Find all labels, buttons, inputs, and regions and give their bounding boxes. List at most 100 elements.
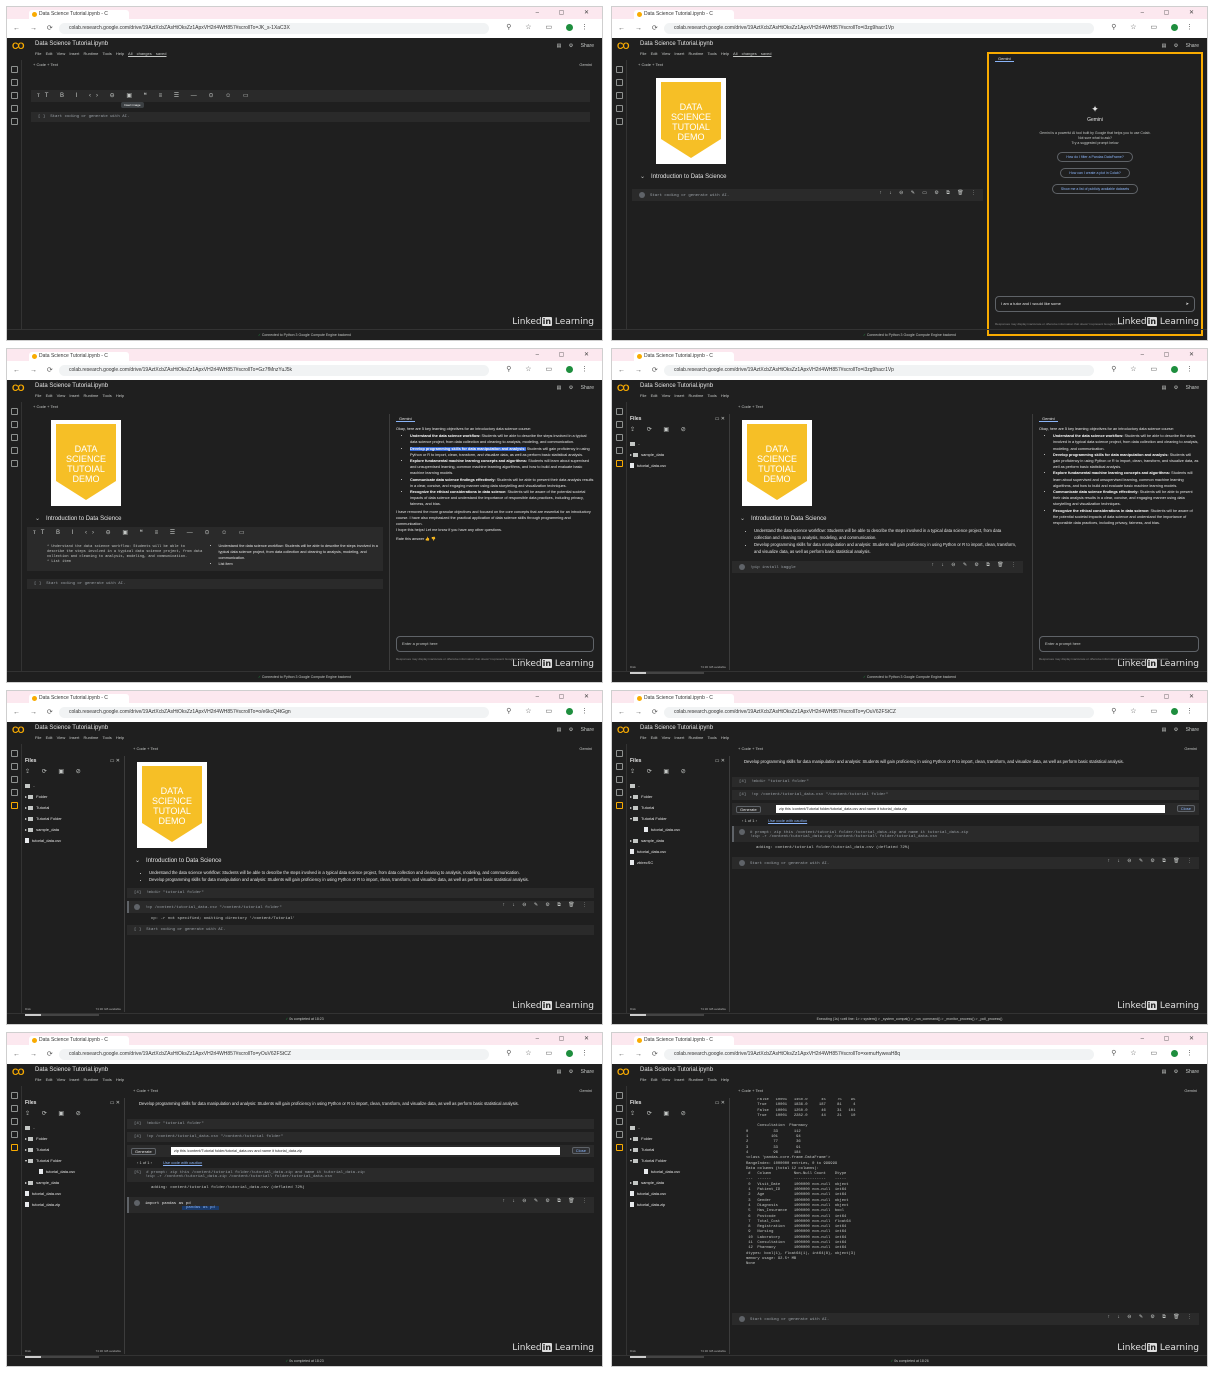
close-button[interactable]: Close xyxy=(1176,805,1195,812)
suggested-prompt[interactable]: How do I filter a Pandas DataFrame? xyxy=(1057,152,1133,162)
url-field[interactable]: colab.research.google.com/drive/19AztXcb… xyxy=(59,707,489,718)
colab-logo[interactable]: CO xyxy=(617,1067,629,1077)
window-controls[interactable]: – ▢ ✕ xyxy=(536,9,598,16)
file-item[interactable]: tutorial_data.csv xyxy=(25,1166,122,1177)
file-item[interactable]: tutorial_data.csv xyxy=(630,460,727,471)
browser-actions[interactable]: ⚲ ☆ ▭ ⋮ xyxy=(1111,23,1199,31)
files-actions[interactable]: ⇪ ⟳ ▣ ⊘ xyxy=(630,768,691,775)
browser-actions[interactable]: ⚲ ☆ ▭ ⋮ xyxy=(1111,707,1199,715)
nav-buttons[interactable]: ← → ⟳ xyxy=(618,24,662,32)
menu-bar[interactable]: File Edit View Insert Runtime Tools Help… xyxy=(640,51,772,56)
code-cell-cp[interactable]: [4] !cp /content/tutorial_data.csv "/cont… xyxy=(127,1132,594,1142)
url-field[interactable]: colab.research.google.com/drive/19AztXcb… xyxy=(59,23,489,34)
use-code-link[interactable]: Use code with caution xyxy=(768,818,807,823)
notebook-title[interactable]: Data Science Tutorial.ipynb xyxy=(640,41,713,47)
profile-avatar[interactable] xyxy=(566,23,574,31)
code-cell-zip[interactable]: [5] # prompt: zip this /content/tutorial … xyxy=(127,1168,594,1182)
file-item[interactable]: ▸ Folder xyxy=(25,791,122,802)
chevron-down-icon[interactable]: ⌄ xyxy=(640,174,645,180)
browser-actions[interactable]: ⚲ ☆ ▭ ⋮ xyxy=(1111,1049,1199,1057)
text-format-toolbar[interactable]: тT B I ‹› ⊖ ▣ ❝ ≡ ☰ — ⊙ ☺ ▭ xyxy=(27,527,383,539)
header-actions[interactable]: ▤ ⚙ Share xyxy=(557,727,594,733)
code-cell-empty[interactable]: Start coding or generate with AI. ↑ ↓ ⊖ ✎… xyxy=(732,1313,1199,1326)
file-item[interactable]: ▸ Folder xyxy=(630,791,727,802)
url-field[interactable]: colab.research.google.com/drive/19AztXcb… xyxy=(59,1049,489,1060)
file-item[interactable]: ▾ Tutorial Folder xyxy=(630,1155,727,1166)
code-cell-mkdir[interactable]: [4] !mkdir "tutorial folder" xyxy=(127,888,594,898)
text-cell[interactable]: Develop programming skills for data mani… xyxy=(127,1098,598,1116)
url-field[interactable]: colab.research.google.com/drive/19AztXcb… xyxy=(664,707,1094,718)
rate-answer[interactable]: Rate this answer 👍 👎 xyxy=(396,536,594,542)
file-item[interactable]: ▸ sample_data xyxy=(25,824,122,835)
gemini-prompt-input[interactable]: Enter a prompt here xyxy=(396,636,594,652)
browser-tab[interactable]: Data Science Tutorial.ipynb - C xyxy=(634,352,734,361)
file-item[interactable]: tutorial_data.csv xyxy=(630,824,727,835)
variables-icon[interactable] xyxy=(10,92,18,99)
text-cell[interactable]: Understand the data science workflow: St… xyxy=(127,867,598,885)
section-heading[interactable]: ⌄ Introduction to Data Science xyxy=(632,170,987,183)
code-cell-import[interactable]: import pandas as pd ↑ ↓ ⊖ ✎ ⚙ ⧉ 🗑 ⋮ pandas… xyxy=(127,1197,594,1214)
browser-actions[interactable]: ⚲ ☆ ▭ ⋮ xyxy=(506,1049,594,1057)
browser-actions[interactable]: ⚲ ☆ ▭ ⋮ xyxy=(506,365,594,373)
code-cell-cp[interactable]: !cp /content/tutorial_data.csv "/content… xyxy=(127,901,594,914)
browser-tab[interactable]: Data Science Tutorial.ipynb - C xyxy=(634,694,734,703)
notebook-title[interactable]: Data Science Tutorial.ipynb xyxy=(35,383,108,389)
code-cell-empty[interactable]: Start coding or generate with AI. ↑ ↓ ⊖ ✎… xyxy=(632,189,983,202)
file-item[interactable]: .. xyxy=(25,780,122,791)
code-cell-empty[interactable]: Start coding or generate with AI. ↑ ↓ ⊖ ✎… xyxy=(732,857,1199,870)
browser-tab[interactable]: Data Science Tutorial.ipynb - C xyxy=(29,1036,129,1045)
file-item[interactable]: tutorial_data.csv xyxy=(630,1166,727,1177)
nav-buttons[interactable]: ← → ⟳ xyxy=(13,708,57,716)
files-actions[interactable]: ⇪ ⟳ ▣ ⊘ xyxy=(25,1110,86,1117)
run-button[interactable] xyxy=(134,1200,140,1206)
markdown-source[interactable]: * Understand the data science workflow: … xyxy=(27,539,207,571)
notebook-title[interactable]: Data Science Tutorial.ipynb xyxy=(35,725,108,731)
file-item[interactable]: ▸ Tutorial xyxy=(630,1144,727,1155)
notebook-title[interactable]: Data Science Tutorial.ipynb xyxy=(640,725,713,731)
code-cell-empty[interactable]: [ ] Start coding or generate with AI. xyxy=(31,112,590,122)
text-cell[interactable]: Understand the data science workflow: St… xyxy=(732,525,1027,557)
run-button[interactable] xyxy=(739,1316,745,1322)
gemini-tab[interactable]: Gemini xyxy=(995,56,1014,62)
code-cell-mkdir[interactable]: [4] !mkdir "tutorial folder" xyxy=(127,1119,594,1129)
browser-tab[interactable]: Data Science Tutorial.ipynb - C xyxy=(634,10,734,19)
colab-logo[interactable]: CO xyxy=(12,1067,24,1077)
secrets-icon[interactable] xyxy=(10,105,18,112)
section-heading[interactable]: ⌄ Introduction to Data Science xyxy=(732,512,1027,525)
browser-tab[interactable]: Data Science Tutorial.ipynb - C xyxy=(634,1036,734,1045)
gemini-tab[interactable]: Gemini xyxy=(396,416,415,422)
notebook-title[interactable]: Data Science Tutorial.ipynb xyxy=(35,41,108,47)
text-cell-editor[interactable]: * Understand the data science workflow: … xyxy=(27,539,383,571)
header-actions[interactable]: ▤ ⚙ Share xyxy=(1162,385,1199,391)
cell-toolbar[interactable]: ↑ ↓ ⊖ ✎ ⚙ ⧉ 🗑 ⋮ xyxy=(931,562,1019,568)
menu-bar[interactable]: File Edit View Insert Runtime Tools Help xyxy=(640,393,729,398)
file-item[interactable]: ▸ sample_data xyxy=(630,449,727,460)
menu-bar[interactable]: File Edit View Insert Runtime Tools Help xyxy=(35,1077,124,1082)
nav-buttons[interactable]: ← → ⟳ xyxy=(13,366,57,374)
suggested-prompt[interactable]: Show me a list of publicly available dat… xyxy=(1051,184,1139,194)
gemini-prompt-input[interactable]: I am a tutor and I would like some ➤ xyxy=(995,296,1195,312)
code-cell-install[interactable]: !pip install kaggle ↑ ↓ ⊖ ✎ ⚙ ⧉ 🗑 ⋮ xyxy=(732,561,1023,574)
menu-bar[interactable]: File Edit View Insert Runtime Tools Help xyxy=(35,735,124,740)
header-actions[interactable]: ▤ ⚙ Share xyxy=(1162,43,1199,49)
file-item[interactable]: ▸ sample_data xyxy=(630,835,727,846)
browser-actions[interactable]: ⚲ ☆ ▭ ⋮ xyxy=(506,707,594,715)
file-item[interactable]: tutorial_data.csv xyxy=(630,846,727,857)
colab-logo[interactable]: CO xyxy=(617,383,629,393)
run-button[interactable] xyxy=(639,192,645,198)
cell-toolbar[interactable]: ↑ ↓ ⊖ ✎ ▭ ⚙ ⧉ 🗑 ⋮ xyxy=(879,190,979,196)
code-cell-empty[interactable]: [ ] Start coding or generate with AI. xyxy=(127,925,594,936)
file-item[interactable]: tutorial_data.csv xyxy=(630,1188,727,1199)
use-code-link[interactable]: Use code with caution xyxy=(163,1160,202,1165)
files-actions[interactable]: ⇪ ⟳ ▣ ⊘ xyxy=(25,768,86,775)
text-cell[interactable]: Develop programming skills for data mani… xyxy=(732,756,1203,774)
header-actions[interactable]: ▤ ⚙ Share xyxy=(1162,727,1199,733)
code-cell-mkdir[interactable]: [4] !mkdir "tutorial folder" xyxy=(732,777,1199,787)
generate-button[interactable]: Generate xyxy=(736,806,761,813)
gemini-prompt-input[interactable]: Enter a prompt here xyxy=(1039,636,1199,652)
window-controls[interactable]: – ▢ ✕ xyxy=(1141,9,1203,16)
url-field[interactable]: colab.research.google.com/drive/19AztXcb… xyxy=(664,1049,1094,1060)
url-field[interactable]: colab.research.google.com/drive/19AztXcb… xyxy=(664,365,1094,376)
code-cell-zip[interactable]: # prompt: zip this /content/tutorial fol… xyxy=(732,826,1199,843)
file-item[interactable]: ▸ sample_data xyxy=(630,1177,727,1188)
